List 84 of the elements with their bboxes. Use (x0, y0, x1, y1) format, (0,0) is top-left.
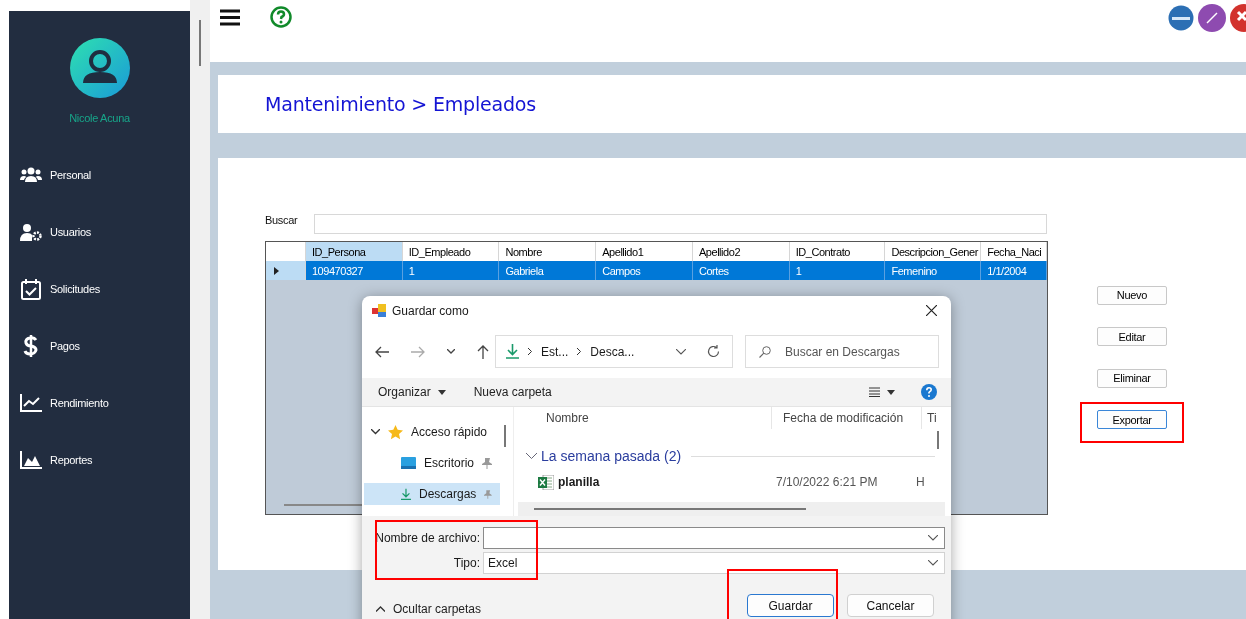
chevron-down-icon[interactable] (371, 429, 380, 435)
spreadsheet-icon (538, 474, 554, 490)
field-label: Tipo: (452, 556, 481, 570)
caret-icon (437, 389, 446, 395)
chevron-up-icon (376, 606, 385, 612)
chevron-down-icon[interactable] (676, 348, 686, 355)
tree-item[interactable]: Escritorio (364, 452, 500, 474)
table-cell: 1 (789, 261, 886, 280)
pin-icon[interactable] (482, 457, 492, 469)
chevron-down-icon[interactable] (928, 535, 938, 541)
minimize-icon[interactable] (1168, 5, 1194, 31)
chevron-right-icon (577, 348, 582, 355)
chevron-down-icon[interactable] (928, 560, 938, 566)
table-cell: Gabriela (499, 261, 597, 280)
current-row-icon (274, 266, 279, 275)
chevron-down-icon[interactable] (447, 349, 455, 354)
column-header[interactable]: ID_Persona (305, 242, 403, 261)
sidebar-item[interactable]: Reportes (20, 449, 93, 471)
action-button[interactable]: Nuevo (1097, 285, 1167, 305)
up-arrow-icon[interactable] (477, 344, 489, 359)
sidebar-item[interactable]: Solicitudes (20, 278, 100, 300)
group-header[interactable]: La semana pasada (2) (524, 445, 945, 467)
chevron-down-icon (526, 452, 537, 460)
dialog-button[interactable]: Cancelar (847, 594, 934, 617)
scrollbar[interactable] (199, 20, 201, 66)
help-icon[interactable] (921, 384, 937, 400)
scrollbar[interactable] (534, 508, 806, 510)
maximize-icon[interactable] (1198, 4, 1226, 32)
new-folder-button[interactable]: Nueva carpeta (469, 383, 556, 401)
file-type-dropdown[interactable]: Excel (483, 552, 945, 574)
download-icon (401, 486, 411, 502)
file-name-field[interactable] (483, 527, 945, 549)
back-arrow-icon[interactable] (375, 345, 389, 358)
table-cell: Femenino (885, 261, 982, 280)
search-label: Buscar (265, 214, 299, 226)
area-chart-icon (20, 451, 42, 469)
table-cell: 1/1/2004 (981, 261, 1047, 280)
column-header[interactable]: Nombre (524, 407, 772, 429)
search-field[interactable]: Buscar en Descargas (745, 335, 939, 368)
path-segment[interactable]: Desca... (590, 344, 635, 359)
row-header[interactable] (266, 261, 306, 280)
search-icon (759, 346, 771, 358)
scrollbar[interactable] (937, 431, 939, 449)
line-chart-icon (20, 394, 42, 412)
scrollbar[interactable] (504, 425, 506, 447)
app-icon (372, 304, 386, 317)
sidebar-item[interactable]: Personal (20, 164, 91, 186)
action-button[interactable]: Exportar (1097, 410, 1167, 429)
close-icon[interactable] (926, 305, 937, 316)
download-icon (506, 344, 519, 359)
hide-folders-button[interactable]: Ocultar carpetas (374, 602, 482, 616)
search-field[interactable] (314, 214, 1047, 234)
page-title: Mantenimiento > Empleados (265, 93, 536, 115)
calendar-check-icon (20, 278, 42, 300)
tree-item[interactable]: Descargas (364, 483, 500, 505)
column-header[interactable]: Fecha de modificación (772, 407, 922, 429)
sidebar-item[interactable]: Usuarios (20, 221, 91, 243)
table-cell: 1 (402, 261, 500, 280)
help-icon[interactable] (270, 6, 292, 28)
dialog-title: Guardar como (392, 303, 469, 318)
user-name: Nicole Acuna (69, 112, 130, 124)
chevron-right-icon (528, 348, 532, 355)
table-cell: 109470327 (305, 261, 403, 280)
action-button[interactable]: Eliminar (1097, 368, 1167, 388)
avatar-icon (69, 38, 130, 98)
people-icon (20, 167, 42, 183)
sidebar-item[interactable]: Pagos (20, 335, 80, 357)
table-cell: Campos (596, 261, 693, 280)
menu-icon[interactable] (220, 8, 240, 26)
column-header[interactable]: Ti (922, 407, 942, 429)
organize-menu[interactable]: Organizar (374, 383, 450, 401)
view-list-icon[interactable] (869, 387, 895, 397)
dialog-button[interactable]: Guardar (747, 594, 834, 617)
tree-item[interactable]: Acceso rápido (362, 421, 500, 443)
file-row[interactable]: planilla 7/10/2022 6:21 PM H (524, 471, 945, 493)
path-segment[interactable]: Est... (541, 344, 569, 359)
address-bar[interactable]: Est... Desca... (495, 335, 733, 368)
desktop-icon (401, 457, 416, 469)
sidebar-item[interactable]: Rendimiento (20, 392, 109, 414)
star-icon (388, 424, 403, 440)
user-gear-icon (20, 223, 42, 241)
action-button[interactable]: Editar (1097, 327, 1167, 346)
table-cell: Cortes (692, 261, 790, 280)
refresh-icon[interactable] (707, 345, 720, 358)
